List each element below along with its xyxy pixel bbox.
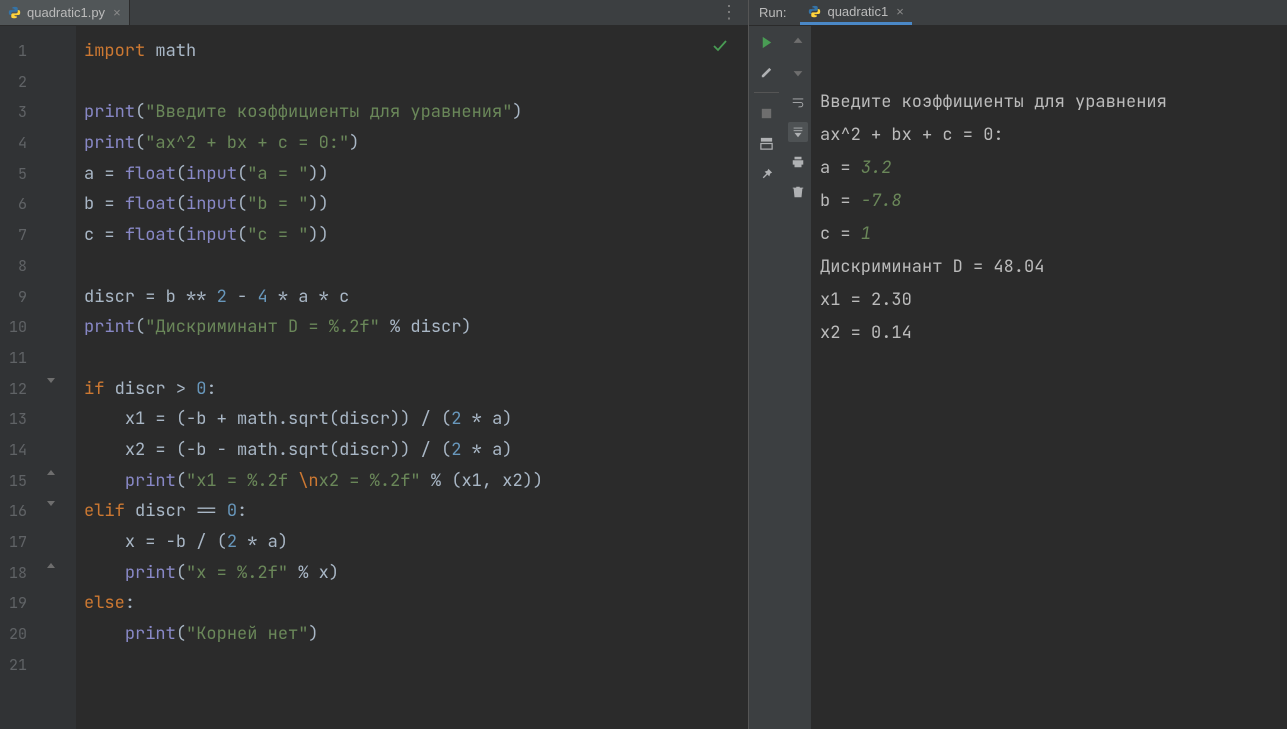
line-number: 17 xyxy=(0,527,43,558)
code-line xyxy=(76,343,748,374)
line-number: 2 xyxy=(0,67,43,98)
editor-tab-actions-icon[interactable]: ⋮ xyxy=(714,2,744,23)
code-line: x = -b / (2 * a) xyxy=(76,527,748,558)
line-number: 14 xyxy=(0,435,43,466)
print-icon[interactable] xyxy=(788,152,808,172)
editor-tabbar: quadratic1.py × ⋮ xyxy=(0,0,748,26)
code-line: elif discr == 0: xyxy=(76,496,748,527)
line-number: 21 xyxy=(0,650,43,681)
run-tab-label: quadratic1 xyxy=(827,4,888,19)
code-line: print("Корней нет") xyxy=(76,619,748,650)
line-number: 8 xyxy=(0,251,43,282)
code-line: print("x = %.2f" % x) xyxy=(76,558,748,589)
line-number: 7 xyxy=(0,220,43,251)
console-line: b = -7.8 xyxy=(820,185,1287,218)
line-number: 16 xyxy=(0,496,43,527)
down-arrow-icon[interactable] xyxy=(788,62,808,82)
separator xyxy=(754,92,779,93)
code-editor[interactable]: import math print("Введите коэффициенты … xyxy=(76,26,748,729)
line-number: 15 xyxy=(0,466,43,497)
editor-body: 123456789101112131415161718192021 import… xyxy=(0,26,748,729)
editor-pane: quadratic1.py × ⋮ 1234567891011121314151… xyxy=(0,0,748,729)
line-number: 5 xyxy=(0,159,43,190)
code-line: c = float(input("c = ")) xyxy=(76,220,748,251)
code-line xyxy=(76,650,748,681)
line-number: 12 xyxy=(0,374,43,405)
python-file-icon xyxy=(808,5,821,18)
code-line: import math xyxy=(76,36,748,67)
scroll-to-end-icon[interactable] xyxy=(788,122,808,142)
line-number: 13 xyxy=(0,404,43,435)
line-number: 10 xyxy=(0,312,43,343)
run-body: Введите коэффициенты для уравнения ax^2 … xyxy=(749,26,1287,729)
code-line: print("x1 = %.2f \nx2 = %.2f" % (x1, x2)… xyxy=(76,466,748,497)
fold-gutter xyxy=(43,26,76,729)
line-number-gutter: 123456789101112131415161718192021 xyxy=(0,26,43,729)
console-line: x2 = 0.14 xyxy=(820,317,1287,350)
inspection-ok-icon[interactable] xyxy=(712,34,728,65)
rerun-icon[interactable] xyxy=(757,32,777,52)
code-line: b = float(input("b = ")) xyxy=(76,189,748,220)
line-number: 3 xyxy=(0,97,43,128)
line-number: 11 xyxy=(0,343,43,374)
line-number: 9 xyxy=(0,282,43,313)
line-number: 4 xyxy=(0,128,43,159)
code-line xyxy=(76,67,748,98)
code-line: print("Введите коэффициенты для уравнени… xyxy=(76,97,748,128)
run-tool-window: Run: quadratic1 × Введите коэфф xyxy=(748,0,1287,729)
line-number: 1 xyxy=(0,36,43,67)
editor-tab-label: quadratic1.py xyxy=(27,5,105,20)
code-line: if discr > 0: xyxy=(76,374,748,405)
run-toolbar-secondary xyxy=(784,26,812,729)
stop-icon[interactable] xyxy=(757,103,777,123)
line-number: 18 xyxy=(0,558,43,589)
layout-icon[interactable] xyxy=(757,133,777,153)
console-output[interactable]: Введите коэффициенты для уравнения ax^2 … xyxy=(812,26,1287,729)
code-line: x2 = (-b - math.sqrt(discr)) / (2 * a) xyxy=(76,435,748,466)
code-line: print("Дискриминант D = %.2f" % discr) xyxy=(76,312,748,343)
editor-tab-quadratic1[interactable]: quadratic1.py × xyxy=(0,0,130,25)
console-line: ax^2 + bx + c = 0: xyxy=(820,119,1287,152)
code-line: print("ax^2 + bx + c = 0:") xyxy=(76,128,748,159)
up-arrow-icon[interactable] xyxy=(788,32,808,52)
code-line: x1 = (-b + math.sqrt(discr)) / (2 * a) xyxy=(76,404,748,435)
run-toolbar-primary xyxy=(749,26,784,729)
console-line: Введите коэффициенты для уравнения xyxy=(820,86,1287,119)
code-line: else: xyxy=(76,588,748,619)
console-line: Дискриминант D = 48.04 xyxy=(820,251,1287,284)
run-tab-quadratic1[interactable]: quadratic1 × xyxy=(800,0,911,25)
code-line: a = float(input("a = ")) xyxy=(76,159,748,190)
fold-end-icon[interactable] xyxy=(45,467,57,479)
line-number: 20 xyxy=(0,619,43,650)
soft-wrap-icon[interactable] xyxy=(788,92,808,112)
code-line: discr = b ** 2 - 4 * a * c xyxy=(76,282,748,313)
line-number: 6 xyxy=(0,189,43,220)
fold-start-icon[interactable] xyxy=(45,498,57,510)
console-line: x1 = 2.30 xyxy=(820,284,1287,317)
code-line xyxy=(76,251,748,282)
run-label: Run: xyxy=(759,5,786,20)
fold-end-icon[interactable] xyxy=(45,560,57,572)
console-line: c = 1 xyxy=(820,218,1287,251)
console-line: a = 3.2 xyxy=(820,152,1287,185)
trash-icon[interactable] xyxy=(788,182,808,202)
close-tab-icon[interactable]: × xyxy=(896,4,904,19)
settings-icon[interactable] xyxy=(757,62,777,82)
python-file-icon xyxy=(8,6,21,19)
close-tab-icon[interactable]: × xyxy=(113,5,121,20)
fold-start-icon[interactable] xyxy=(45,375,57,387)
line-number: 19 xyxy=(0,588,43,619)
run-header: Run: quadratic1 × xyxy=(749,0,1287,26)
pin-icon[interactable] xyxy=(757,163,777,183)
